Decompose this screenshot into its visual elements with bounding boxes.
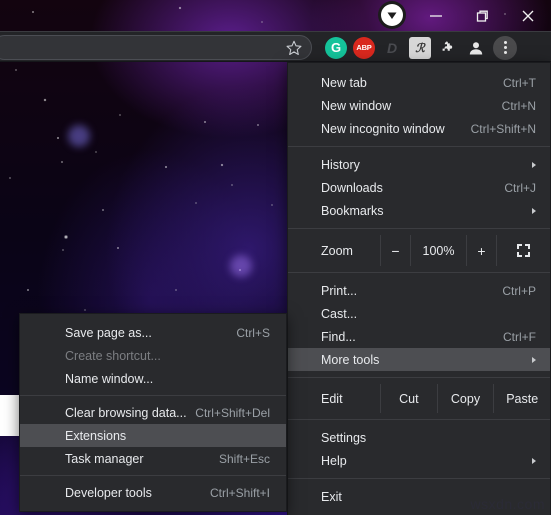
minimize-button[interactable] xyxy=(413,0,459,31)
menu-item-find[interactable]: Find... Ctrl+F xyxy=(288,325,550,348)
title-bar xyxy=(0,0,551,31)
submenu-separator xyxy=(20,395,286,396)
edit-label: Edit xyxy=(321,391,343,406)
submenu-item-label: Create shortcut... xyxy=(65,348,161,363)
menu-separator xyxy=(288,478,550,479)
chrome-main-menu[interactable]: New tab Ctrl+T New window Ctrl+N New inc… xyxy=(287,62,551,515)
maximize-button[interactable] xyxy=(459,0,505,31)
submenu-separator xyxy=(20,475,286,476)
menu-separator xyxy=(288,228,550,229)
menu-item-label: Settings xyxy=(321,430,367,445)
menu-item-history[interactable]: History xyxy=(288,153,550,176)
dark-reader-extension-icon[interactable]: D xyxy=(381,37,403,59)
submenu-item-accelerator: Ctrl+Shift+Del xyxy=(195,405,270,420)
chevron-right-icon xyxy=(532,356,536,363)
submenu-item-label: Task manager xyxy=(65,451,144,466)
submenu-item-label: Developer tools xyxy=(65,485,152,500)
menu-item-downloads[interactable]: Downloads Ctrl+J xyxy=(288,176,550,199)
submenu-item-label: Extensions xyxy=(65,428,127,443)
edit-cut-button[interactable]: Cut xyxy=(380,384,437,413)
menu-item-help[interactable]: Help xyxy=(288,449,550,472)
menu-item-label: Print... xyxy=(321,283,358,298)
watermark: wsxdn.com xyxy=(470,496,545,512)
submenu-item-extensions[interactable]: Extensions xyxy=(20,424,286,447)
menu-item-label: Find... xyxy=(321,329,356,344)
zoom-out-button[interactable]: − xyxy=(380,235,410,266)
submenu-item-accelerator: Shift+Esc xyxy=(218,451,270,466)
menu-item-label: Cast... xyxy=(321,306,358,321)
address-bar[interactable] xyxy=(0,35,312,60)
close-button[interactable] xyxy=(505,0,551,31)
menu-separator xyxy=(288,272,550,273)
zoom-level-value: 100% xyxy=(410,235,466,266)
menu-item-cast[interactable]: Cast... xyxy=(288,302,550,325)
heart-badge-icon xyxy=(381,4,403,26)
chevron-right-icon xyxy=(532,457,536,464)
theme-badge[interactable] xyxy=(378,1,406,29)
kebab-dot xyxy=(503,51,507,54)
minimize-icon xyxy=(430,14,442,17)
submenu-item-name-window[interactable]: Name window... xyxy=(20,367,286,390)
menu-item-accelerator: Ctrl+J xyxy=(504,180,536,195)
bookmark-star-icon[interactable] xyxy=(285,39,303,57)
menu-separator xyxy=(288,419,550,420)
submenu-item-accelerator: Ctrl+Shift+I xyxy=(209,485,270,500)
submenu-item-create-shortcut: Create shortcut... xyxy=(20,344,286,367)
adblock-plus-extension-icon[interactable]: ABP xyxy=(353,36,375,59)
menu-separator xyxy=(288,146,550,147)
edit-copy-button[interactable]: Copy xyxy=(436,384,494,413)
zoom-label: Zoom xyxy=(321,243,353,258)
submenu-item-label: Save page as... xyxy=(65,325,152,340)
menu-item-label: Downloads xyxy=(321,180,383,195)
menu-item-new-incognito-window[interactable]: New incognito window Ctrl+Shift+N xyxy=(288,117,550,140)
menu-item-new-window[interactable]: New window Ctrl+N xyxy=(288,94,550,117)
menu-separator xyxy=(288,377,550,378)
extensions-puzzle-icon[interactable] xyxy=(437,37,459,59)
close-icon xyxy=(522,10,534,21)
menu-item-print[interactable]: Print... Ctrl+P xyxy=(288,279,550,302)
grammarly-extension-icon[interactable]: G xyxy=(325,36,347,59)
submenu-item-accelerator: Ctrl+S xyxy=(236,325,270,340)
menu-item-label: History xyxy=(321,157,360,172)
menu-item-accelerator: Ctrl+Shift+N xyxy=(470,121,536,136)
submenu-item-save-page-as[interactable]: Save page as... Ctrl+S xyxy=(20,321,286,344)
menu-item-more-tools[interactable]: More tools xyxy=(288,348,550,371)
menu-item-label: New incognito window xyxy=(321,121,445,136)
more-tools-submenu[interactable]: Save page as... Ctrl+S Create shortcut..… xyxy=(19,313,287,512)
edit-paste-button[interactable]: Paste xyxy=(493,384,550,413)
zoom-in-button[interactable]: + xyxy=(466,235,496,266)
menu-item-bookmarks[interactable]: Bookmarks xyxy=(288,199,550,222)
menu-item-accelerator: Ctrl+T xyxy=(503,75,536,90)
menu-item-accelerator: Ctrl+P xyxy=(502,283,536,298)
menu-item-label: New tab xyxy=(321,75,367,90)
menu-item-label: Bookmarks xyxy=(321,203,384,218)
kebab-dot xyxy=(503,41,507,44)
maximize-icon xyxy=(476,10,488,22)
menu-item-accelerator: Ctrl+F xyxy=(503,329,536,344)
menu-item-label: New window xyxy=(321,98,392,113)
chevron-right-icon xyxy=(532,207,536,214)
menu-item-label: More tools xyxy=(321,352,380,367)
menu-item-accelerator: Ctrl+N xyxy=(501,98,536,113)
menu-zoom-row: Zoom − 100% + xyxy=(288,235,550,266)
menu-item-new-tab[interactable]: New tab Ctrl+T xyxy=(288,71,550,94)
submenu-item-label: Clear browsing data... xyxy=(65,405,187,420)
menu-edit-row: Edit Cut Copy Paste xyxy=(288,384,550,413)
browser-window: G ABP D ℛ New tab Ctrl+T New window Ctrl… xyxy=(0,0,551,515)
fullscreen-button[interactable] xyxy=(496,235,550,266)
submenu-item-label: Name window... xyxy=(65,371,154,386)
browser-toolbar: G ABP D ℛ xyxy=(0,31,551,62)
chevron-right-icon xyxy=(532,161,536,168)
fullscreen-icon xyxy=(517,244,530,257)
kebab-dot xyxy=(503,46,507,49)
submenu-item-clear-browsing-data[interactable]: Clear browsing data... Ctrl+Shift+Del xyxy=(20,401,286,424)
honey-extension-icon[interactable]: ℛ xyxy=(409,36,431,59)
submenu-item-developer-tools[interactable]: Developer tools Ctrl+Shift+I xyxy=(20,481,286,504)
chrome-menu-kebab-icon[interactable] xyxy=(493,35,517,60)
menu-item-label: Help xyxy=(321,453,347,468)
profile-avatar-icon[interactable] xyxy=(465,37,487,59)
submenu-item-task-manager[interactable]: Task manager Shift+Esc xyxy=(20,447,286,470)
menu-item-settings[interactable]: Settings xyxy=(288,426,550,449)
toolbar-extension-icons: G ABP D ℛ xyxy=(325,32,517,63)
